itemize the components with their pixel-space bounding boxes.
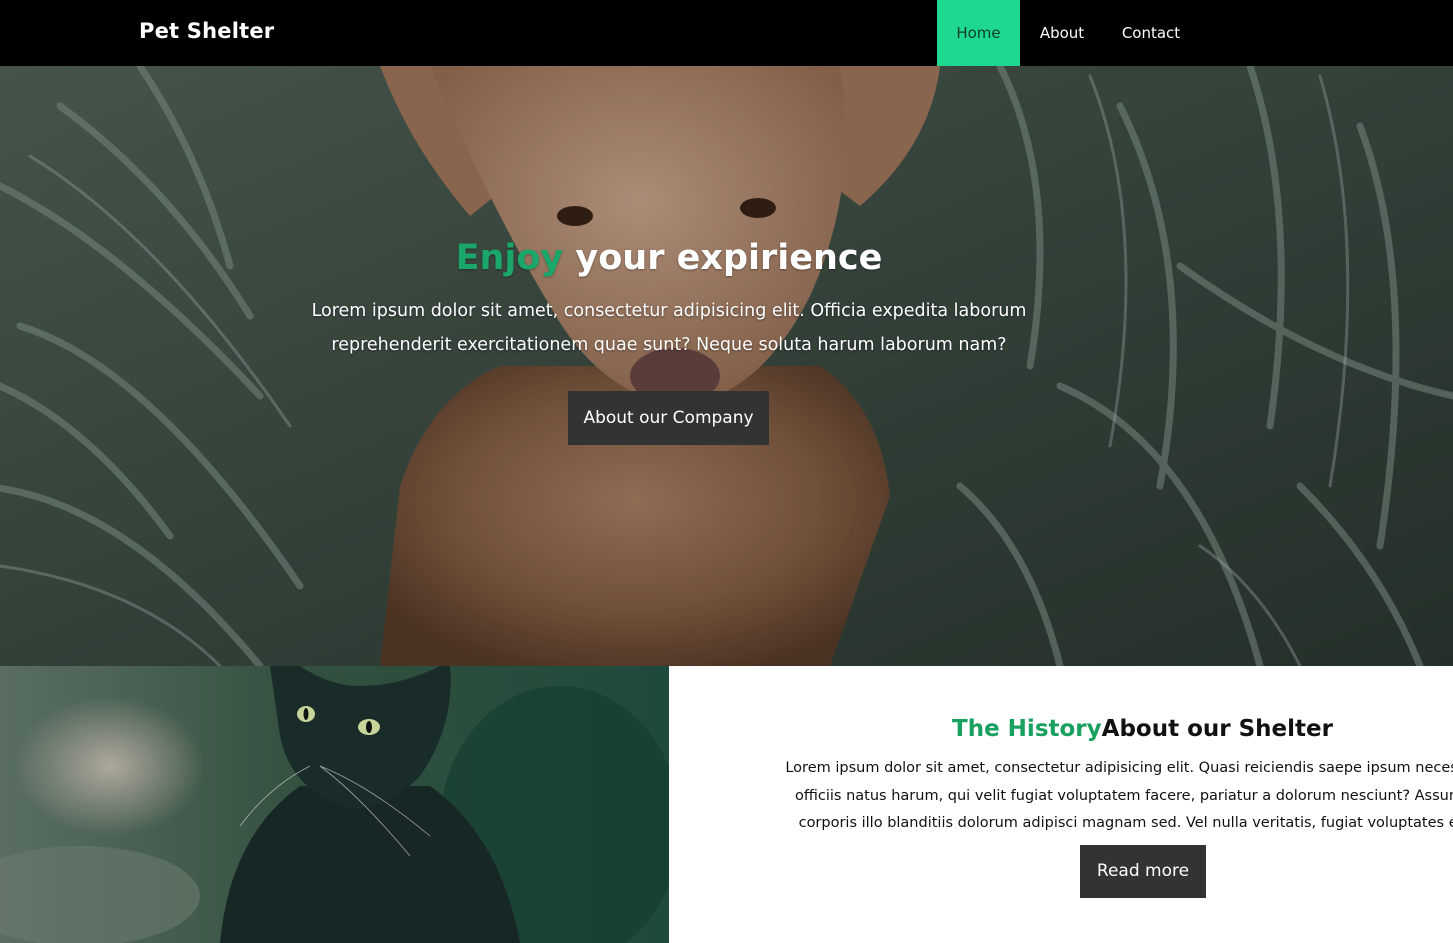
hero-title: Enjoy your expirience bbox=[0, 238, 1338, 278]
read-more-button[interactable]: Read more bbox=[1080, 845, 1206, 898]
cat-image bbox=[0, 666, 669, 943]
cat-illustration bbox=[0, 666, 669, 943]
history-line: corporis illo blanditiis dolorum adipisc… bbox=[798, 815, 1453, 831]
hero-title-accent: Enjoy bbox=[455, 238, 564, 278]
history-title-accent: The History bbox=[952, 716, 1102, 742]
about-company-button[interactable]: About our Company bbox=[568, 391, 769, 445]
nav-contact-link[interactable]: Contact bbox=[1104, 0, 1198, 66]
navbar: Pet Shelter Home About Contact bbox=[0, 0, 1453, 66]
nav-about-link[interactable]: About bbox=[1020, 0, 1104, 66]
history-line: Lorem ipsum dolor sit amet, consectetur … bbox=[785, 760, 1453, 776]
hero-section: Enjoy your expirience Lorem ipsum dolor … bbox=[0, 66, 1453, 666]
hero-title-rest: your expirience bbox=[563, 238, 883, 278]
hero-dog-image bbox=[0, 66, 1453, 666]
history-description: Lorem ipsum dolor sit amet, consectetur … bbox=[699, 755, 1453, 838]
history-title: The HistoryAbout our Shelter bbox=[669, 716, 1453, 742]
hero-description: Lorem ipsum dolor sit amet, consectetur … bbox=[311, 301, 1027, 355]
history-section: The HistoryAbout our Shelter Lorem ipsum… bbox=[669, 666, 1453, 943]
nav-home-link[interactable]: Home bbox=[937, 0, 1020, 66]
history-title-rest: About our Shelter bbox=[1101, 716, 1333, 742]
history-line: officiis natus harum, qui velit fugiat v… bbox=[795, 787, 1453, 804]
brand-logo[interactable]: Pet Shelter bbox=[139, 19, 274, 43]
